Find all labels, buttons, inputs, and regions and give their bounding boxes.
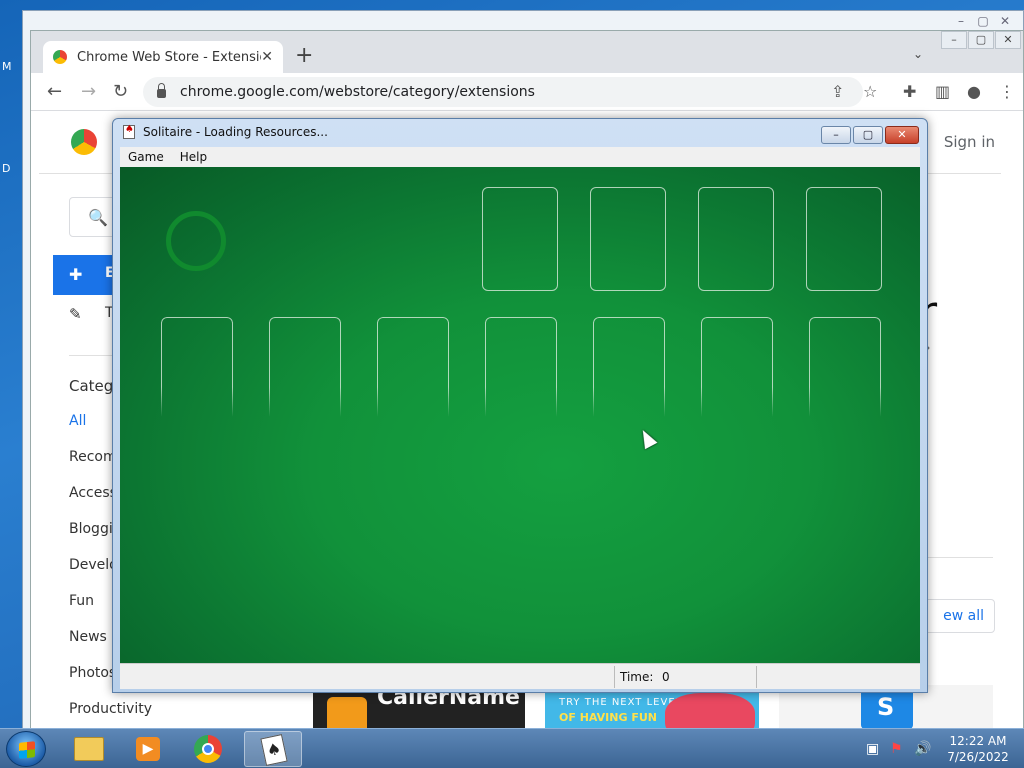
window-title: Solitaire - Loading Resources...	[143, 125, 328, 139]
category-item[interactable]: Photos	[69, 665, 116, 681]
taskbar-solitaire[interactable]: ♠	[244, 731, 302, 767]
bg-close-button[interactable]: ✕	[995, 13, 1015, 29]
profile-avatar-icon[interactable]: ●	[967, 82, 981, 101]
lock-icon[interactable]	[157, 83, 166, 98]
minimize-button[interactable]: –	[821, 126, 851, 144]
system-clock[interactable]: 12:22 AM 7/26/2022	[936, 733, 1020, 765]
section-divider	[919, 557, 993, 558]
url-text: chrome.google.com/webstore/category/exte…	[180, 84, 535, 100]
volume-icon[interactable]: 🔊	[914, 741, 931, 757]
search-icon: 🔍	[88, 208, 108, 227]
clock-time: 12:22 AM	[949, 734, 1007, 748]
browser-toolbar: ← → ↻ chrome.google.com/webstore/categor…	[31, 73, 1023, 111]
chrome-menu-icon[interactable]: ⋮	[999, 82, 1015, 101]
solitaire-card-icon: ♠	[260, 734, 288, 766]
sign-in-link[interactable]: Sign in	[944, 133, 995, 151]
status-separator	[756, 666, 757, 688]
taskbar-media-player[interactable]: ▶	[120, 731, 178, 767]
taskbar-file-explorer[interactable]	[60, 731, 118, 767]
sidebar-item-themes[interactable]: ✎ T	[69, 305, 114, 323]
foundation-pile[interactable]	[482, 187, 558, 291]
foundation-pile[interactable]	[806, 187, 882, 291]
clock-date: 7/26/2022	[947, 750, 1009, 764]
tableau-column[interactable]	[161, 317, 233, 417]
watermelon-character-icon	[665, 693, 755, 729]
extension-tile-callername[interactable]: CallerName	[313, 689, 525, 729]
action-center-flag-icon[interactable]: ⚑	[890, 741, 903, 757]
address-bar[interactable]: chrome.google.com/webstore/category/exte…	[143, 77, 863, 107]
media-player-icon: ▶	[136, 737, 160, 761]
extension-tile-game[interactable]: TRY THE NEXT LEVEL OF HAVING FUN	[545, 689, 759, 729]
extension-tile-s[interactable]: S	[861, 689, 913, 729]
bg-minimize-button[interactable]: –	[951, 13, 971, 29]
maximize-button[interactable]: ▢	[853, 126, 883, 144]
category-item[interactable]: All	[69, 413, 86, 429]
category-item[interactable]: Develo	[69, 557, 118, 573]
tab-strip: Chrome Web Store - Extensions ✕ + ⌄ – ▢ …	[31, 31, 1023, 73]
chrome-maximize-button[interactable]: ▢	[968, 31, 994, 49]
time-value: 0	[662, 670, 670, 684]
solitaire-app-icon	[123, 124, 135, 139]
reload-icon[interactable]: ↻	[113, 81, 128, 102]
s-logo-icon: S	[877, 693, 895, 721]
category-item[interactable]: Access	[69, 485, 117, 501]
menu-help[interactable]: Help	[180, 150, 207, 164]
tableau-column[interactable]	[593, 317, 665, 417]
taskbar: ▶ ♠ ▣ ⚑ 🔊 12:22 AM 7/26/2022	[0, 728, 1024, 768]
windows-logo-icon	[19, 741, 35, 759]
tile-tagline: TRY THE NEXT LEVEL	[559, 697, 683, 708]
tableau-column[interactable]	[701, 317, 773, 417]
chrome-web-store-favicon-icon	[53, 50, 67, 64]
chrome-icon	[194, 735, 222, 763]
close-button[interactable]: ✕	[885, 126, 919, 144]
bookmark-star-icon[interactable]: ☆	[863, 82, 877, 101]
tab-chrome-web-store[interactable]: Chrome Web Store - Extensions ✕	[43, 41, 283, 73]
tableau-column[interactable]	[485, 317, 557, 417]
puzzle-icon: ✚	[69, 265, 83, 284]
tab-title: Chrome Web Store - Extensions	[77, 49, 261, 65]
tile-tagline: OF HAVING FUN	[559, 711, 657, 724]
callername-logo-icon	[327, 697, 367, 729]
menu-game[interactable]: Game	[128, 150, 164, 164]
side-panel-icon[interactable]: ▥	[935, 82, 950, 101]
loading-ring-icon	[166, 211, 226, 271]
extensions-puzzle-icon[interactable]: ✚	[903, 82, 916, 101]
new-tab-button[interactable]: +	[295, 45, 313, 67]
status-separator	[614, 666, 615, 688]
tableau-column[interactable]	[377, 317, 449, 417]
foundation-pile[interactable]	[698, 187, 774, 291]
time-label: Time:	[620, 670, 654, 684]
foundation-pile[interactable]	[590, 187, 666, 291]
status-bar: Time: 0	[120, 663, 920, 689]
brush-icon: ✎	[69, 305, 82, 323]
web-store-logo-icon[interactable]	[71, 129, 97, 155]
game-board[interactable]	[120, 167, 920, 663]
taskbar-chrome[interactable]	[180, 731, 238, 767]
share-icon[interactable]: ⇪	[831, 82, 844, 101]
tab-close-icon[interactable]: ✕	[261, 49, 273, 65]
category-item[interactable]: Fun	[69, 593, 94, 609]
back-arrow-icon[interactable]: ←	[47, 81, 62, 102]
chrome-close-button[interactable]: ✕	[995, 31, 1021, 49]
folder-icon	[74, 737, 104, 761]
bg-maximize-button[interactable]: ▢	[973, 13, 993, 29]
menu-bar: Game Help	[120, 147, 920, 167]
network-icon[interactable]: ▣	[866, 741, 879, 757]
category-item[interactable]: Productivity	[69, 701, 152, 717]
category-item[interactable]: Recom	[69, 449, 117, 465]
tableau-column[interactable]	[809, 317, 881, 417]
desktop-icon-label: D	[2, 162, 11, 175]
forward-arrow-icon[interactable]: →	[81, 81, 96, 102]
mouse-pointer-icon	[636, 426, 658, 450]
tableau-column[interactable]	[269, 317, 341, 417]
solitaire-titlebar: Solitaire - Loading Resources...	[123, 124, 328, 139]
chrome-minimize-button[interactable]: –	[941, 31, 967, 49]
start-button[interactable]	[6, 731, 46, 767]
tab-search-chevron-icon[interactable]: ⌄	[913, 47, 923, 61]
desktop-icon-label: M	[2, 60, 12, 73]
solitaire-window: Solitaire - Loading Resources... – ▢ ✕ G…	[112, 118, 928, 693]
